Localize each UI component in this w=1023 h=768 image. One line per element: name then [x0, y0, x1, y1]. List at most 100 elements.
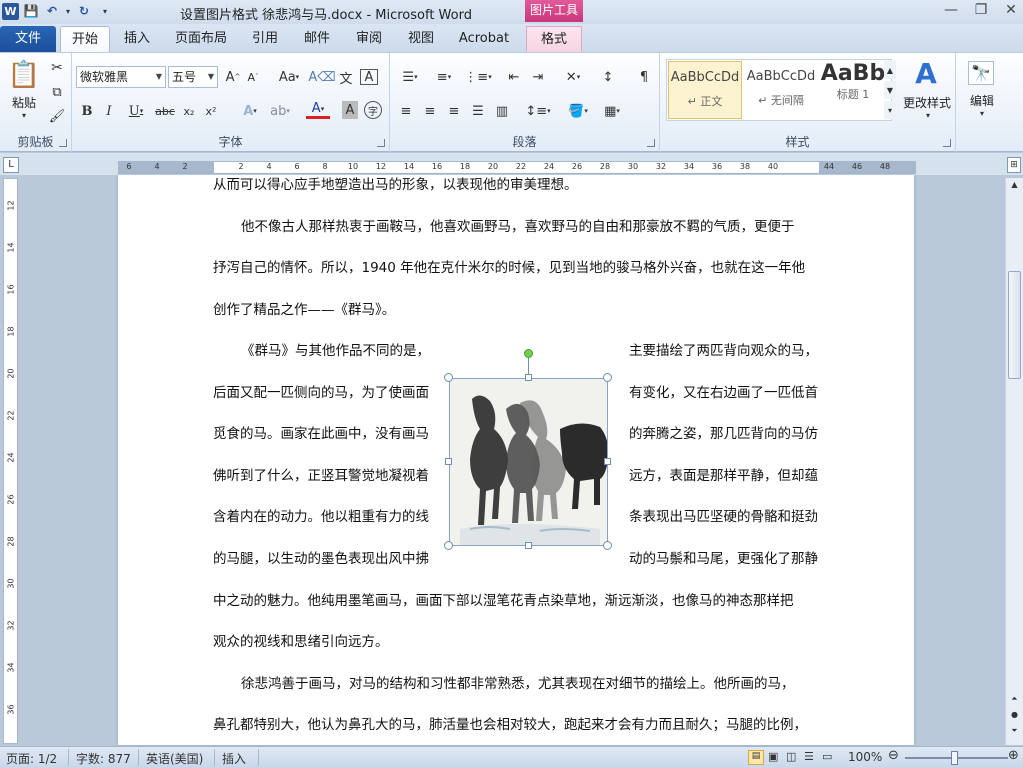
- clipboard-dialog-launcher[interactable]: [59, 139, 67, 147]
- redo-icon[interactable]: ↻: [75, 2, 93, 20]
- zoom-slider-thumb[interactable]: [951, 751, 958, 765]
- vertical-scrollbar[interactable]: ▲ ⏶ ● ⏷: [1005, 178, 1023, 745]
- paste-button[interactable]: 粘贴: [6, 93, 42, 111]
- insert-mode[interactable]: 插入: [222, 750, 246, 767]
- resize-handle-n[interactable]: [525, 374, 532, 381]
- rotation-handle-icon[interactable]: [524, 349, 533, 358]
- superscript-icon[interactable]: x²: [202, 101, 220, 121]
- tab-home[interactable]: 开始: [60, 26, 110, 53]
- copy-icon[interactable]: ⧉: [48, 83, 66, 101]
- distributed-icon[interactable]: ▥: [492, 101, 512, 121]
- font-dialog-launcher[interactable]: [377, 139, 385, 147]
- change-styles-dropdown-icon[interactable]: ▾: [922, 111, 934, 120]
- align-left-icon[interactable]: ≡: [396, 101, 416, 121]
- styles-scroll-up-icon[interactable]: ▲: [884, 61, 896, 79]
- character-border-icon[interactable]: A: [360, 69, 378, 85]
- horses-painting-image[interactable]: [449, 378, 608, 546]
- find-icon[interactable]: 🔭: [968, 61, 994, 85]
- editing-button[interactable]: 编辑: [960, 91, 1004, 109]
- sort-icon[interactable]: ↕: [598, 67, 618, 87]
- resize-handle-w[interactable]: [445, 458, 452, 465]
- text-effects-icon[interactable]: A ▾: [238, 101, 262, 121]
- phonetic-guide-icon[interactable]: 文: [336, 67, 356, 87]
- minimize-icon[interactable]: —: [943, 2, 959, 18]
- paste-icon[interactable]: 📋: [8, 57, 40, 93]
- font-size-select[interactable]: 五号 ▼: [168, 66, 218, 88]
- strikethrough-icon[interactable]: abc: [154, 101, 176, 121]
- word-count[interactable]: 字数: 877: [76, 750, 131, 767]
- underline-icon[interactable]: U ▾: [124, 101, 148, 121]
- zoom-out-icon[interactable]: ⊖: [888, 748, 899, 763]
- character-shading-icon[interactable]: A: [342, 101, 358, 119]
- scroll-thumb[interactable]: [1008, 271, 1021, 379]
- italic-icon[interactable]: I: [100, 101, 118, 121]
- language-indicator[interactable]: 英语(美国): [146, 750, 203, 767]
- page-count[interactable]: 页面: 1/2: [6, 750, 57, 767]
- resize-handle-nw[interactable]: [444, 373, 453, 382]
- prev-page-icon[interactable]: ⏶: [1008, 694, 1021, 708]
- document-page[interactable]: 从而可以得心应手地塑造出马的形象，以表现他的审美理想。 他不像古人那样热衷于画鞍…: [118, 175, 914, 745]
- tab-page-layout[interactable]: 页面布局: [168, 26, 234, 52]
- save-icon[interactable]: 💾: [22, 2, 40, 20]
- tab-insert[interactable]: 插入: [116, 26, 158, 52]
- tab-format[interactable]: 格式: [526, 26, 582, 52]
- tab-file[interactable]: 文件: [0, 26, 56, 52]
- scroll-up-icon[interactable]: ▲: [1008, 180, 1021, 194]
- zoom-in-icon[interactable]: ⊕: [1008, 748, 1019, 763]
- style-no-spacing[interactable]: AaBbCcDd ↵ 无间隔: [744, 61, 818, 119]
- decrease-indent-icon[interactable]: ⇤: [504, 67, 524, 87]
- paragraph-dialog-launcher[interactable]: [647, 139, 655, 147]
- style-heading-1[interactable]: AaBb 标题 1: [816, 61, 890, 119]
- font-name-select[interactable]: 微软雅黑 ▼: [76, 66, 166, 88]
- increase-indent-icon[interactable]: ⇥: [528, 67, 548, 87]
- draft-view-icon[interactable]: ▭: [822, 750, 832, 763]
- web-layout-view-icon[interactable]: ◫: [786, 750, 796, 763]
- resize-handle-ne[interactable]: [603, 373, 612, 382]
- shading-icon[interactable]: 🪣 ▾: [564, 101, 592, 121]
- next-page-icon[interactable]: ⏷: [1008, 726, 1021, 740]
- format-painter-icon[interactable]: 🖌: [48, 107, 66, 125]
- qat-more-icon[interactable]: ▾: [96, 2, 114, 20]
- styles-more-icon[interactable]: ▾: [884, 101, 896, 119]
- styles-dialog-launcher[interactable]: [943, 139, 951, 147]
- resize-handle-se[interactable]: [603, 541, 612, 550]
- borders-icon[interactable]: ▦ ▾: [598, 101, 626, 121]
- subscript-icon[interactable]: x₂: [180, 101, 198, 121]
- resize-handle-e[interactable]: [604, 458, 611, 465]
- undo-icon[interactable]: ↶: [43, 2, 61, 20]
- tab-review[interactable]: 审阅: [348, 26, 390, 52]
- paragraph-intro[interactable]: 从而可以得心应手地塑造出马的形象，以表现他的审美理想。 他不像古人那样热衷于画鞍…: [213, 165, 818, 331]
- vertical-ruler[interactable]: 12 14 16 18 20 22 24 26 28 30 32 34 36: [3, 178, 18, 744]
- align-center-icon[interactable]: ≡: [420, 101, 440, 121]
- paste-dropdown-icon[interactable]: ▾: [18, 111, 30, 120]
- view-ruler-icon[interactable]: ⊞: [1007, 157, 1021, 173]
- browse-object-icon[interactable]: ●: [1008, 710, 1021, 724]
- line-spacing-icon[interactable]: ↕≡ ▾: [524, 101, 552, 121]
- style-normal[interactable]: AaBbCcDd ↵ 正文: [668, 61, 742, 119]
- align-right-icon[interactable]: ≡: [444, 101, 464, 121]
- outline-view-icon[interactable]: ☰: [804, 750, 814, 763]
- full-screen-view-icon[interactable]: ▣: [768, 750, 778, 763]
- tab-view[interactable]: 视图: [400, 26, 442, 52]
- highlight-icon[interactable]: ab ▾: [268, 101, 292, 121]
- numbering-icon[interactable]: ≡ ▾: [430, 67, 458, 87]
- styles-scroll-down-icon[interactable]: ▼: [884, 81, 896, 99]
- word-logo-icon[interactable]: W: [2, 2, 19, 20]
- tab-references[interactable]: 引用: [244, 26, 286, 52]
- grow-font-icon[interactable]: A ^: [224, 67, 242, 87]
- editing-dropdown-icon[interactable]: ▾: [976, 109, 988, 118]
- bold-icon[interactable]: B: [78, 101, 96, 121]
- tab-selector-icon[interactable]: L: [3, 157, 19, 173]
- font-color-icon[interactable]: A ▾: [306, 101, 330, 119]
- resize-handle-s[interactable]: [525, 542, 532, 549]
- shrink-font-icon[interactable]: Aˇ: [244, 67, 262, 87]
- change-case-icon[interactable]: Aa ▾: [276, 67, 302, 87]
- clear-formatting-icon[interactable]: A⌫: [308, 67, 335, 87]
- resize-handle-sw[interactable]: [444, 541, 453, 550]
- close-icon[interactable]: ✕: [1003, 2, 1019, 18]
- print-layout-view-icon[interactable]: ▤: [748, 750, 764, 765]
- enclose-characters-icon[interactable]: 字: [364, 101, 382, 119]
- justify-icon[interactable]: ☰: [468, 101, 488, 121]
- chinese-layout-icon[interactable]: ✕ ▾: [560, 67, 586, 87]
- tab-mailings[interactable]: 邮件: [296, 26, 338, 52]
